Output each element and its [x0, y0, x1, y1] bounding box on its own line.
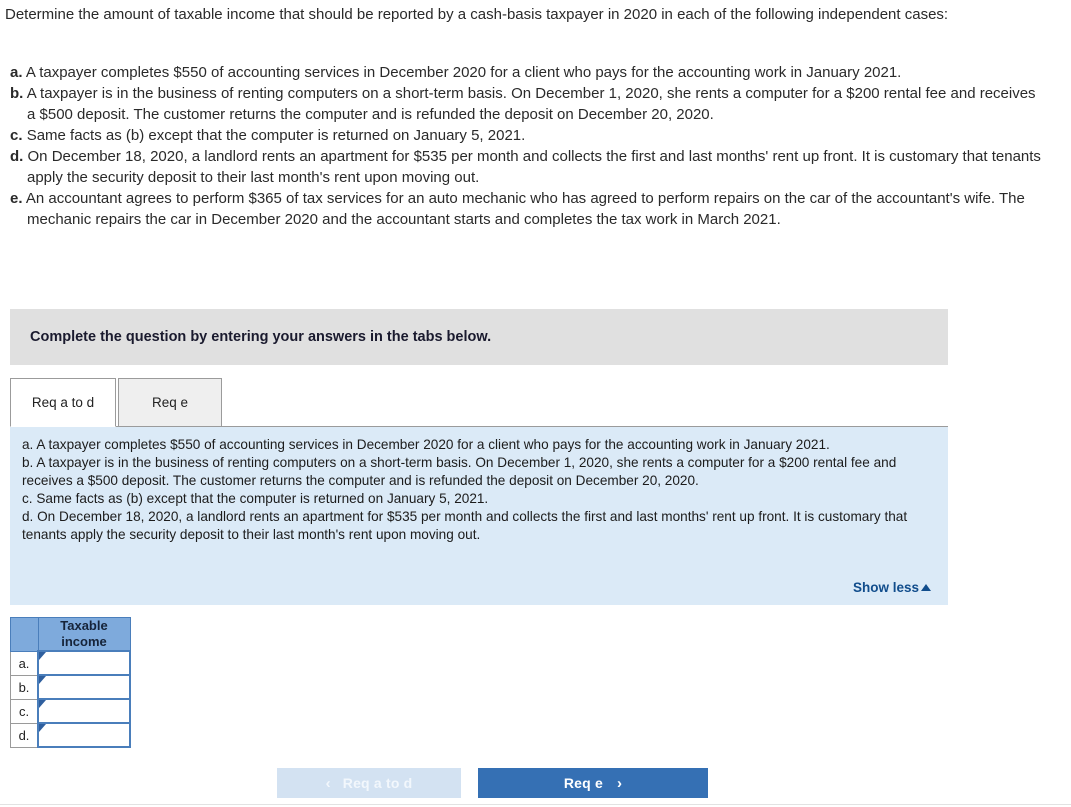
- table-header-row: Taxable income: [10, 617, 131, 652]
- cell-flag-icon: [39, 700, 46, 708]
- case-letter-e: e.: [10, 190, 23, 207]
- prev-button-label: Req a to d: [342, 775, 413, 791]
- taxable-income-input-d[interactable]: [48, 724, 124, 746]
- tab-req-a-to-d[interactable]: Req a to d: [10, 378, 116, 427]
- case-text-a: A taxpayer completes $550 of accounting …: [25, 64, 902, 81]
- tab-req-e-label: Req e: [151, 395, 189, 410]
- requirement-line-a: a. A taxpayer completes $550 of accounti…: [22, 437, 830, 452]
- caret-up-icon: [921, 584, 931, 591]
- cell-flag-icon: [39, 676, 46, 684]
- case-text-b: A taxpayer is in the business of renting…: [26, 85, 1036, 123]
- taxable-income-cell-d[interactable]: [37, 722, 131, 748]
- cell-flag-icon: [39, 724, 46, 732]
- tab-req-a-to-d-label: Req a to d: [31, 395, 95, 410]
- requirement-panel: a. A taxpayer completes $550 of accounti…: [10, 427, 948, 605]
- show-less-label: Show less: [852, 580, 919, 595]
- tab-req-e[interactable]: Req e: [118, 378, 222, 427]
- case-text-d: On December 18, 2020, a landlord rents a…: [27, 148, 1041, 186]
- taxable-income-cell-c[interactable]: [37, 698, 131, 724]
- requirement-line-b: b. A taxpayer is in the business of rent…: [22, 455, 897, 488]
- taxable-income-input-b[interactable]: [48, 676, 124, 698]
- table-row: d.: [10, 722, 131, 748]
- answer-table: Taxable income a. b. c. d.: [10, 617, 131, 748]
- case-item-d: d. On December 18, 2020, a landlord rent…: [5, 146, 1045, 188]
- row-letter-a: a.: [10, 650, 39, 676]
- table-row: a.: [10, 650, 131, 676]
- cell-flag-icon: [39, 652, 46, 660]
- table-header-blank: [10, 617, 39, 652]
- taxable-income-cell-a[interactable]: [37, 650, 131, 676]
- taxable-income-input-c[interactable]: [48, 700, 124, 722]
- case-letter-b: b.: [10, 85, 24, 102]
- table-header-taxable-income: Taxable income: [37, 617, 131, 652]
- case-item-a: a. A taxpayer completes $550 of accounti…: [5, 62, 1045, 83]
- chevron-right-icon: ›: [616, 774, 623, 792]
- case-letter-c: c.: [10, 127, 23, 144]
- table-row: c.: [10, 698, 131, 724]
- case-text-c: Same facts as (b) except that the comput…: [26, 127, 526, 144]
- tab-strip: Req a to d Req e: [10, 378, 948, 427]
- case-item-c: c. Same facts as (b) except that the com…: [5, 125, 1045, 146]
- case-item-e: e. An accountant agrees to perform $365 …: [5, 188, 1045, 230]
- footer-divider: [0, 804, 1071, 805]
- taxable-income-input-a[interactable]: [48, 652, 124, 674]
- nav-buttons: ‹ Req a to d Req e ›: [0, 768, 1071, 800]
- case-list: a. A taxpayer completes $550 of accounti…: [5, 62, 1045, 230]
- instruction-banner: Complete the question by entering your a…: [10, 309, 948, 365]
- case-item-b: b. A taxpayer is in the business of rent…: [5, 83, 1045, 125]
- question-stem: Determine the amount of taxable income t…: [5, 4, 965, 25]
- instruction-banner-text: Complete the question by entering your a…: [30, 329, 492, 345]
- taxable-income-cell-b[interactable]: [37, 674, 131, 700]
- next-req-e-button[interactable]: Req e ›: [478, 768, 708, 798]
- chevron-left-icon: ‹: [325, 774, 331, 792]
- row-letter-b: b.: [10, 674, 39, 700]
- requirement-line-d: d. On December 18, 2020, a landlord rent…: [22, 509, 908, 542]
- next-button-label: Req e: [563, 775, 603, 791]
- table-row: b.: [10, 674, 131, 700]
- case-letter-a: a.: [10, 64, 23, 81]
- case-letter-d: d.: [10, 148, 24, 165]
- show-less-link[interactable]: Show less: [853, 580, 931, 595]
- prev-req-a-to-d-button[interactable]: ‹ Req a to d: [277, 768, 461, 798]
- case-text-e: An accountant agrees to perform $365 of …: [25, 190, 1025, 228]
- requirement-line-c: c. Same facts as (b) except that the com…: [22, 491, 489, 506]
- row-letter-c: c.: [10, 698, 39, 724]
- question-stem-text: Determine the amount of taxable income t…: [5, 6, 949, 23]
- row-letter-d: d.: [10, 722, 39, 748]
